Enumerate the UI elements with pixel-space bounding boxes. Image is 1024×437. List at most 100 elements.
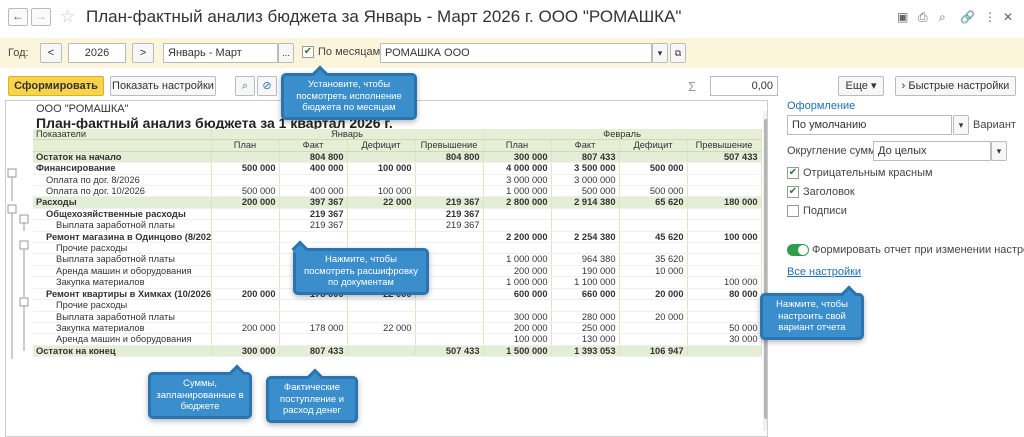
value-cell[interactable]: 200 000 — [211, 322, 280, 335]
rounding-dropdown-icon[interactable]: ▾ — [991, 141, 1007, 161]
more-button[interactable]: Еще ▾ — [838, 76, 884, 96]
value-cell[interactable]: 106 947 — [619, 345, 688, 358]
value-cell[interactable]: 500 000 — [619, 185, 688, 198]
value-cell[interactable]: 20 000 — [619, 311, 688, 323]
value-cell[interactable]: 807 433 — [279, 345, 348, 358]
org-dropdown-button[interactable]: ▾ — [652, 43, 668, 63]
table-row[interactable]: Закупка материалов 200 000 178 000 22 000 20… — [33, 322, 762, 335]
value-cell[interactable]: 507 433 — [687, 151, 762, 164]
value-cell[interactable]: 20 000 — [619, 288, 688, 301]
table-row[interactable]: Остаток на конец 300 000 807 433 507 433 1 5… — [33, 345, 762, 358]
report-scroll-thumb[interactable] — [764, 119, 767, 419]
value-cell[interactable]: 2 914 380 — [551, 196, 620, 209]
design-select[interactable]: По умолчанию — [787, 115, 952, 135]
value-cell[interactable] — [211, 219, 280, 232]
value-cell[interactable] — [619, 276, 688, 289]
show-settings-button[interactable]: Показать настройки — [110, 76, 216, 96]
value-cell[interactable]: 804 800 — [415, 151, 484, 164]
value-cell[interactable] — [619, 151, 688, 164]
back-button[interactable]: ← — [8, 8, 28, 26]
toggle-switch-icon[interactable] — [787, 244, 809, 257]
value-cell[interactable] — [619, 208, 688, 221]
value-cell[interactable] — [415, 162, 484, 175]
value-cell[interactable]: 200 000 — [483, 265, 552, 278]
value-cell[interactable]: 1 000 000 — [483, 253, 552, 266]
value-cell[interactable] — [687, 345, 762, 358]
quick-settings-button[interactable]: › Быстрые настройки — [895, 76, 1016, 96]
value-cell[interactable]: 200 000 — [211, 288, 280, 301]
period-select-button[interactable]: ... — [278, 43, 294, 63]
value-cell[interactable] — [279, 231, 348, 244]
value-cell[interactable]: 178 000 — [279, 322, 348, 335]
value-cell[interactable]: 400 000 — [279, 162, 348, 175]
value-cell[interactable] — [211, 299, 280, 312]
value-cell[interactable] — [211, 311, 280, 323]
by-month-check-icon[interactable]: ✔ — [302, 46, 314, 59]
value-cell[interactable]: 3 500 000 — [551, 162, 620, 175]
value-cell[interactable] — [279, 311, 348, 323]
value-cell[interactable] — [211, 265, 280, 278]
value-cell[interactable]: 400 000 — [279, 185, 348, 198]
value-cell[interactable]: 219 367 — [415, 196, 484, 209]
value-cell[interactable] — [211, 174, 280, 187]
value-cell[interactable]: 500 000 — [551, 185, 620, 198]
table-row[interactable]: Остаток на начало 804 800 804 800 300 000 80… — [33, 151, 762, 164]
value-cell[interactable]: 219 367 — [279, 208, 348, 221]
value-cell[interactable]: 507 433 — [415, 345, 484, 358]
rounding-select[interactable]: До целых — [873, 141, 991, 161]
favorite-star-icon[interactable]: ☆ — [60, 7, 75, 27]
value-cell[interactable] — [347, 151, 416, 164]
table-row[interactable]: Выплата заработной платы 300 000 280 000 20… — [33, 311, 762, 323]
value-cell[interactable] — [211, 276, 280, 289]
value-cell[interactable] — [619, 299, 688, 312]
value-cell[interactable]: 65 620 — [619, 196, 688, 209]
value-cell[interactable]: 30 000 — [687, 333, 762, 346]
value-cell[interactable]: 200 000 — [211, 196, 280, 209]
value-cell[interactable] — [551, 299, 620, 312]
value-cell[interactable] — [211, 253, 280, 266]
value-cell[interactable] — [415, 311, 484, 323]
value-cell[interactable]: 1 500 000 — [483, 345, 552, 358]
value-cell[interactable]: 2 200 000 — [483, 231, 552, 244]
value-cell[interactable] — [687, 219, 762, 232]
value-cell[interactable]: 130 000 — [551, 333, 620, 346]
value-cell[interactable]: 35 620 — [619, 253, 688, 266]
value-cell[interactable] — [551, 242, 620, 255]
value-cell[interactable]: 45 620 — [619, 231, 688, 244]
value-cell[interactable] — [347, 333, 416, 346]
header-check-icon[interactable]: ✔ — [787, 186, 799, 199]
value-cell[interactable]: 100 000 — [347, 162, 416, 175]
value-cell[interactable]: 50 000 — [687, 322, 762, 335]
all-settings-link[interactable]: Все настройки — [787, 266, 861, 278]
value-cell[interactable] — [415, 231, 484, 244]
header-checkbox[interactable]: ✔ Заголовок — [787, 186, 855, 199]
save-icon[interactable]: ▣ — [897, 10, 908, 24]
value-cell[interactable] — [687, 253, 762, 266]
negative-red-checkbox[interactable]: ✔ Отрицательным красным — [787, 167, 933, 180]
value-cell[interactable] — [483, 219, 552, 232]
value-cell[interactable]: 500 000 — [619, 162, 688, 175]
value-cell[interactable] — [687, 265, 762, 278]
value-cell[interactable]: 2 800 000 — [483, 196, 552, 209]
value-cell[interactable]: 10 000 — [619, 265, 688, 278]
table-row[interactable]: Выплата заработной платы 219 367 219 367 — [33, 219, 762, 232]
value-cell[interactable] — [687, 242, 762, 255]
generate-button[interactable]: Сформировать — [8, 76, 104, 96]
value-cell[interactable] — [211, 151, 280, 164]
signatures-checkbox[interactable]: Подписи — [787, 205, 847, 218]
table-row[interactable]: Оплата по дог. 10/2026 500 000 400 000 100 … — [33, 185, 762, 198]
value-cell[interactable] — [279, 299, 348, 312]
value-cell[interactable] — [211, 242, 280, 255]
value-cell[interactable] — [347, 345, 416, 358]
year-next-button[interactable]: > — [132, 43, 154, 63]
link-icon[interactable]: 🔗 — [960, 10, 975, 24]
value-cell[interactable]: 280 000 — [551, 311, 620, 323]
by-month-checkbox[interactable]: ✔ По месяцам — [302, 46, 380, 59]
year-prev-button[interactable]: < — [40, 43, 62, 63]
value-cell[interactable]: 1 000 000 — [483, 185, 552, 198]
value-cell[interactable] — [687, 162, 762, 175]
value-cell[interactable] — [347, 219, 416, 232]
value-cell[interactable]: 3 000 000 — [483, 174, 552, 187]
value-cell[interactable]: 219 367 — [415, 208, 484, 221]
value-cell[interactable] — [619, 174, 688, 187]
